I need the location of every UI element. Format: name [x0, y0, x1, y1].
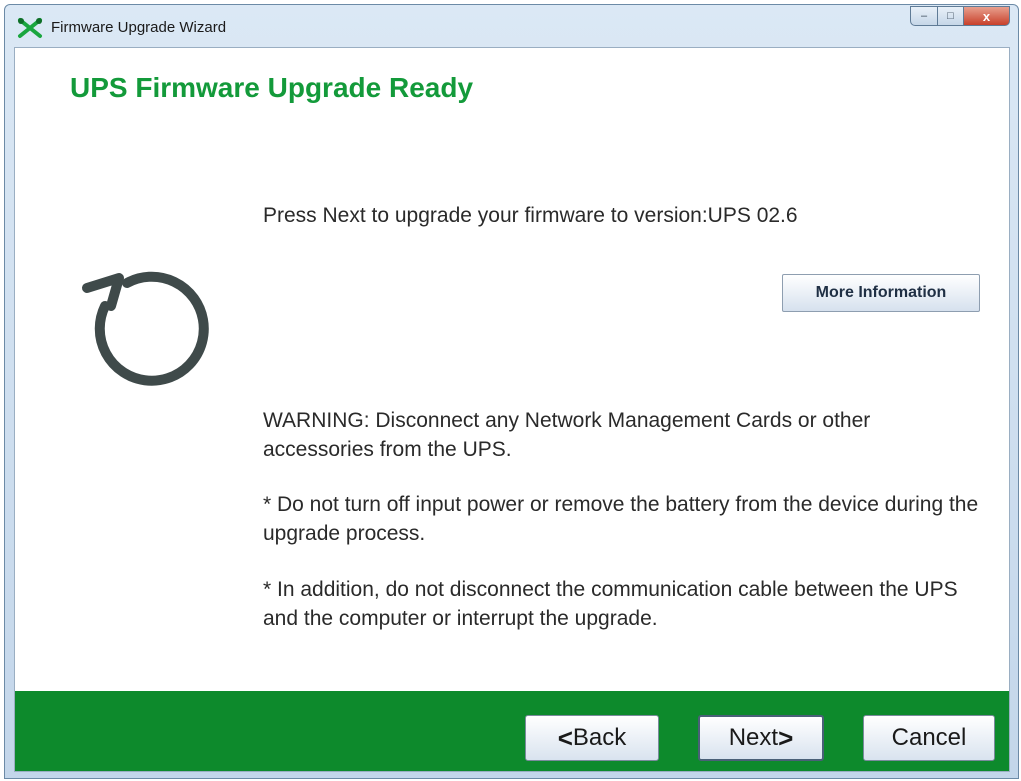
title-bar[interactable]: Firmware Upgrade Wizard – □ x — [5, 5, 1018, 49]
wrench-cross-icon — [18, 18, 42, 38]
page-title: UPS Firmware Upgrade Ready — [70, 72, 474, 103]
window-controls: – □ x — [910, 6, 1010, 26]
back-button-label: Back — [572, 724, 627, 751]
refresh-circle-icon — [82, 271, 209, 386]
cancel-button[interactable]: Cancel — [863, 715, 995, 761]
next-button[interactable]: Next > — [698, 715, 824, 761]
button-bar: < Back Next > Cancel — [15, 691, 1009, 771]
more-information-button[interactable]: More Information — [782, 274, 980, 312]
wizard-content: UPS Firmware Upgrade Ready Press Next to… — [14, 47, 1010, 772]
upgrade-message: Press Next to upgrade your firmware to v… — [263, 204, 798, 227]
close-button[interactable]: x — [964, 6, 1010, 26]
back-arrow-icon: < — [557, 722, 573, 753]
cancel-button-label: Cancel — [891, 724, 967, 751]
warning-text: WARNING: Disconnect any Network Manageme… — [263, 409, 871, 461]
cable-note-text: * In addition, do not disconnect the com… — [263, 578, 958, 630]
maximize-button[interactable]: □ — [938, 6, 964, 26]
minimize-button[interactable]: – — [910, 6, 938, 26]
wizard-window: Firmware Upgrade Wizard – □ x UPS Firmwa… — [4, 4, 1019, 779]
next-button-label: Next — [728, 724, 779, 751]
power-note-text: * Do not turn off input power or remove … — [263, 493, 979, 545]
back-button[interactable]: < Back — [525, 715, 659, 761]
next-arrow-icon: > — [778, 722, 794, 753]
window-title: Firmware Upgrade Wizard — [51, 19, 227, 36]
